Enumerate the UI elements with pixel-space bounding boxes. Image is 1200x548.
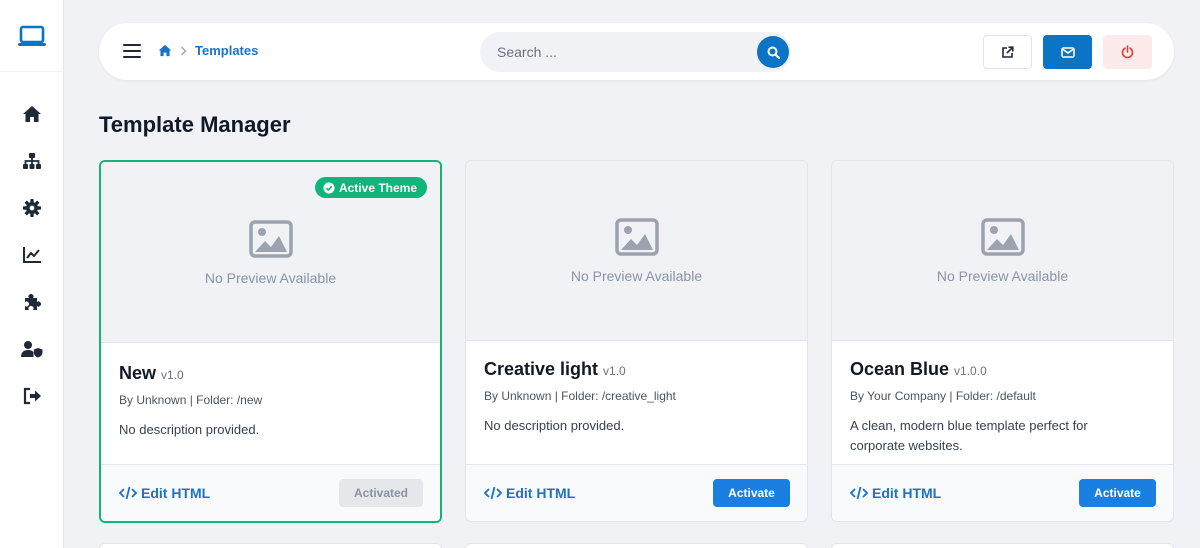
external-link-icon xyxy=(1002,45,1014,58)
edit-html-link[interactable]: Edit HTML xyxy=(484,485,575,501)
sidebar-item-home[interactable] xyxy=(0,90,63,137)
template-preview: No Preview Available xyxy=(466,161,807,341)
template-title: Ocean Blue v1.0.0 xyxy=(850,359,1155,380)
sidebar-item-analytics[interactable] xyxy=(0,231,63,278)
template-name: Creative light xyxy=(484,359,599,379)
home-icon xyxy=(22,105,41,122)
activated-button: Activated xyxy=(339,479,423,507)
laptop-icon xyxy=(17,25,46,46)
template-card: No Preview Available Ocean Blue v1.0.0 B… xyxy=(831,160,1174,522)
edit-html-link[interactable]: Edit HTML xyxy=(850,485,941,501)
template-card-next-row xyxy=(465,543,808,548)
chevron-right-icon xyxy=(181,46,187,55)
template-meta: By Unknown | Folder: /creative_light xyxy=(484,389,676,403)
template-card-body: Ocean Blue v1.0.0 By Your Company | Fold… xyxy=(832,341,1173,456)
top-bar: Templates xyxy=(99,23,1174,80)
template-title: New v1.0 xyxy=(119,363,422,384)
template-title: Creative light v1.0 xyxy=(484,359,789,380)
template-card-footer: Edit HTML Activate xyxy=(832,464,1173,521)
no-preview-text: No Preview Available xyxy=(570,268,703,284)
chart-line-icon xyxy=(22,246,41,263)
hamburger-line xyxy=(123,44,141,46)
view-site-button[interactable] xyxy=(983,35,1032,69)
code-icon xyxy=(850,486,868,500)
template-card-footer: Edit HTML Activated xyxy=(101,464,440,521)
edit-html-label: Edit HTML xyxy=(506,485,576,501)
template-card: Active Theme No Preview Available New v1… xyxy=(99,160,442,523)
page-title: Template Manager xyxy=(99,112,291,137)
sidebar xyxy=(0,0,64,548)
template-card-next-row xyxy=(99,543,442,548)
logout-button[interactable] xyxy=(1103,35,1152,69)
sidebar-item-logout[interactable] xyxy=(0,372,63,419)
edit-html-label: Edit HTML xyxy=(872,485,942,501)
sidebar-item-sitemap[interactable] xyxy=(0,137,63,184)
badge-label: Active Theme xyxy=(338,180,417,195)
template-description: No description provided. xyxy=(119,422,260,437)
check-circle-icon xyxy=(323,182,335,193)
template-card: No Preview Available Creative light v1.0… xyxy=(465,160,808,522)
no-preview-text: No Preview Available xyxy=(936,268,1069,284)
menu-toggle-button[interactable] xyxy=(123,42,141,60)
home-icon[interactable] xyxy=(158,44,172,57)
template-version: v1.0 xyxy=(161,368,184,382)
sitemap-icon xyxy=(22,152,41,169)
search-box xyxy=(480,32,791,72)
sidebar-item-settings[interactable] xyxy=(0,184,63,231)
messages-button[interactable] xyxy=(1043,35,1092,69)
template-version: v1.0.0 xyxy=(954,364,987,378)
search-icon xyxy=(767,46,780,59)
activate-button[interactable]: Activate xyxy=(713,479,790,507)
envelope-icon xyxy=(1060,46,1075,58)
sidebar-item-plugins[interactable] xyxy=(0,278,63,325)
template-card-next-row xyxy=(831,543,1174,548)
template-description: No description provided. xyxy=(484,418,625,433)
template-preview: Active Theme No Preview Available xyxy=(101,162,440,343)
gear-icon xyxy=(22,198,41,217)
sidebar-logo[interactable] xyxy=(0,0,63,72)
sign-out-icon xyxy=(23,387,41,404)
template-name: Ocean Blue xyxy=(850,359,950,379)
sidebar-nav xyxy=(0,72,63,419)
breadcrumb: Templates xyxy=(158,43,258,58)
no-preview-text: No Preview Available xyxy=(204,270,337,286)
image-placeholder-icon xyxy=(614,218,659,256)
sidebar-item-user-security[interactable] xyxy=(0,325,63,372)
hamburger-line xyxy=(123,50,141,52)
image-placeholder-icon xyxy=(980,218,1025,256)
search-input[interactable] xyxy=(480,32,750,72)
user-shield-icon xyxy=(20,340,42,357)
edit-html-link[interactable]: Edit HTML xyxy=(119,485,210,501)
template-card-footer: Edit HTML Activate xyxy=(466,464,807,521)
search-button[interactable] xyxy=(757,36,789,68)
template-meta: By Your Company | Folder: /default xyxy=(850,389,1036,403)
template-card-body: Creative light v1.0 By Unknown | Folder:… xyxy=(466,341,807,436)
breadcrumb-current[interactable]: Templates xyxy=(195,43,258,58)
active-theme-badge: Active Theme xyxy=(314,177,427,198)
template-name: New xyxy=(119,363,157,383)
template-card-body: New v1.0 By Unknown | Folder: /new No de… xyxy=(101,343,440,440)
template-version: v1.0 xyxy=(603,364,626,378)
power-icon xyxy=(1121,45,1134,59)
code-icon xyxy=(484,486,502,500)
hamburger-line xyxy=(123,56,141,58)
template-meta: By Unknown | Folder: /new xyxy=(119,393,263,407)
activate-button[interactable]: Activate xyxy=(1079,479,1156,507)
edit-html-label: Edit HTML xyxy=(141,485,211,501)
code-icon xyxy=(119,486,137,500)
puzzle-icon xyxy=(24,293,41,310)
template-preview: No Preview Available xyxy=(832,161,1173,341)
template-description: A clean, modern blue template perfect fo… xyxy=(850,418,1088,453)
image-placeholder-icon xyxy=(248,220,293,258)
